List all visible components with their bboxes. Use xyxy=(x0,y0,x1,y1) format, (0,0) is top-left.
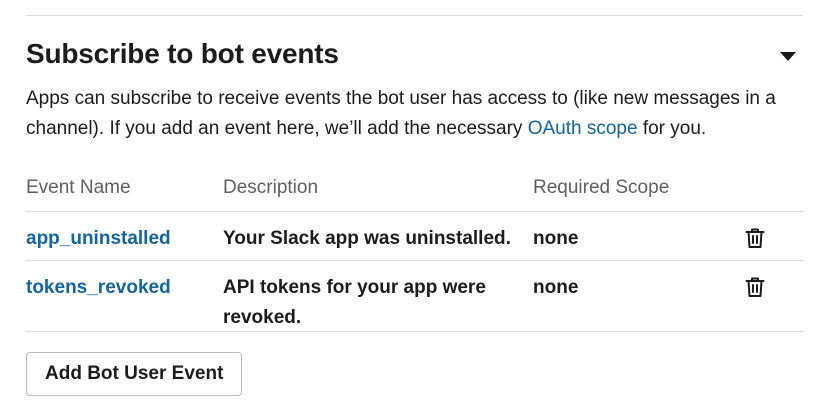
caret-down-icon xyxy=(780,52,796,61)
section-description: Apps can subscribe to receive events the… xyxy=(26,84,806,144)
trash-icon xyxy=(745,277,765,297)
table-row: app_uninstalled Your Slack app was unins… xyxy=(26,212,803,261)
event-scope: none xyxy=(533,228,579,249)
header-event-name: Event Name xyxy=(26,177,131,198)
collapse-toggle-button[interactable] xyxy=(776,44,800,68)
trash-icon xyxy=(745,228,765,248)
oauth-scope-link[interactable]: OAuth scope xyxy=(528,118,638,139)
bot-events-table: Event Name Description Required Scope ap… xyxy=(26,168,803,332)
section-title: Subscribe to bot events xyxy=(26,38,339,69)
table-header: Event Name Description Required Scope xyxy=(26,168,803,212)
table-row: tokens_revoked API tokens for your app w… xyxy=(26,261,803,332)
event-name-link[interactable]: tokens_revoked xyxy=(26,273,171,303)
header-description: Description xyxy=(223,177,319,198)
event-name-link[interactable]: app_uninstalled xyxy=(26,224,171,254)
section-divider xyxy=(26,15,803,16)
event-scope: none xyxy=(533,277,579,298)
delete-event-button[interactable] xyxy=(743,275,767,299)
event-description: Your Slack app was uninstalled. xyxy=(223,228,511,249)
header-required-scope: Required Scope xyxy=(533,177,670,198)
delete-event-button[interactable] xyxy=(743,226,767,250)
description-text-end: for you. xyxy=(637,118,707,139)
event-description: API tokens for your app were revoked. xyxy=(223,277,486,328)
add-bot-user-event-button[interactable]: Add Bot User Event xyxy=(26,352,243,396)
